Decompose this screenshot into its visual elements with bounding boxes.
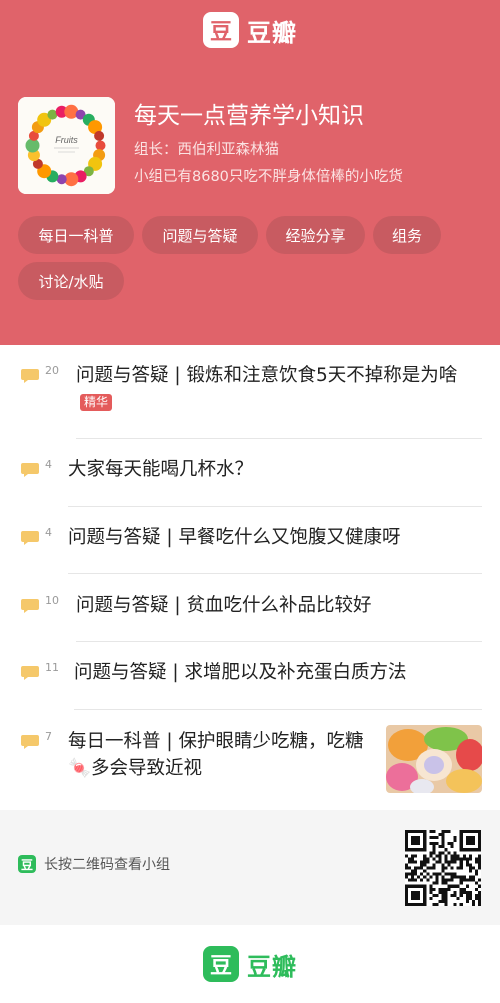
douban-small-logo-icon: 豆 — [18, 855, 36, 873]
group-cover-image[interactable]: Fruits — [18, 97, 115, 194]
comment-count: 10 — [45, 594, 59, 607]
post-item[interactable]: 4 问题与答疑 | 早餐吃什么又饱腹又健康呀 — [0, 524, 500, 574]
qr-section: 豆 长按二维码查看小组 — [0, 810, 500, 925]
cover-label: Fruits — [55, 135, 78, 145]
post-title: 每日一科普 | 保护眼睛少吃糖，吃糖🍬多会导致近视 — [68, 731, 364, 779]
tab-daily-science[interactable]: 每日一科普 — [18, 216, 134, 254]
divider — [74, 709, 482, 710]
post-title: 问题与答疑 | 求增肥以及补充蛋白质方法 — [74, 662, 407, 683]
douban-logo-icon: 豆 — [203, 946, 239, 982]
comment-bubble-icon — [21, 666, 39, 680]
douban-footer-logo[interactable]: 豆 豆瓣 — [0, 925, 500, 1003]
comment-bubble-icon — [21, 735, 39, 749]
post-title: 问题与答疑 | 早餐吃什么又饱腹又健康呀 — [68, 527, 401, 548]
candy-photo-icon — [386, 725, 482, 793]
qr-code-icon[interactable] — [405, 830, 481, 906]
fruit-shape — [94, 130, 105, 141]
post-item[interactable]: 4 大家每天能喝几杯水？ — [0, 456, 500, 506]
post-item[interactable]: 20 问题与答疑 | 锻炼和注意饮食5天不掉称是为啥精华 — [0, 362, 500, 440]
post-item[interactable]: 11 问题与答疑 | 求增肥以及补充蛋白质方法 — [0, 659, 500, 709]
comment-count: 4 — [45, 526, 52, 539]
comment-bubble-icon — [21, 369, 39, 383]
featured-badge: 精华 — [80, 394, 113, 411]
douban-top-logo[interactable]: 豆 豆瓣 — [0, 12, 500, 48]
post-title: 问题与答疑 | 锻炼和注意饮食5天不掉称是为啥精华 — [76, 365, 458, 411]
douban-logo-icon: 豆 — [203, 12, 239, 48]
divider — [68, 573, 482, 574]
post-item[interactable]: 10 问题与答疑 | 贫血吃什么补品比较好 — [0, 592, 500, 642]
comment-count: 11 — [45, 661, 59, 674]
divider — [76, 438, 482, 439]
comment-count: 7 — [45, 730, 52, 743]
group-header: 豆 豆瓣 Fruits 每天一点营养学小知识 组长：西伯利亚森林猫 小组已有86… — [0, 0, 500, 345]
post-title: 大家每天能喝几杯水？ — [68, 459, 254, 480]
qr-hint-text: 长按二维码查看小组 — [44, 857, 170, 873]
douban-logo-text: 豆瓣 — [247, 18, 297, 47]
post-title: 问题与答疑 | 贫血吃什么补品比较好 — [76, 595, 372, 616]
tab-qa[interactable]: 问题与答疑 — [142, 216, 258, 254]
group-title: 每天一点营养学小知识 — [134, 103, 364, 129]
comment-bubble-icon — [21, 463, 39, 477]
douban-logo-text: 豆瓣 — [247, 952, 297, 981]
tab-experience[interactable]: 经验分享 — [266, 216, 365, 254]
comment-count: 20 — [45, 364, 59, 377]
fruit-wreath-icon: Fruits — [18, 97, 115, 194]
comment-bubble-icon — [21, 531, 39, 545]
post-thumbnail-image[interactable] — [386, 725, 482, 793]
comment-bubble-icon — [21, 599, 39, 613]
group-owner[interactable]: 组长：西伯利亚森林猫 — [134, 138, 279, 159]
tab-discussion[interactable]: 讨论/水贴 — [18, 262, 124, 300]
divider — [76, 641, 482, 642]
tab-group-affairs[interactable]: 组务 — [373, 216, 441, 254]
group-member-description: 小组已有8680只吃不胖身体倍棒的小吃货 — [134, 169, 403, 185]
fruit-shape — [95, 140, 106, 151]
comment-count: 4 — [45, 458, 52, 471]
divider — [68, 506, 482, 507]
